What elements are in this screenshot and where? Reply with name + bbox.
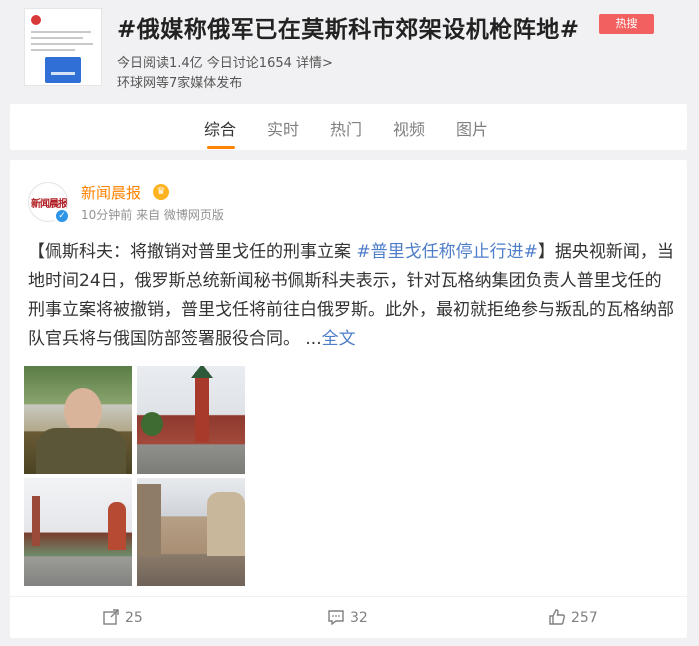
repost-icon: [103, 609, 119, 625]
action-bar: 25 32 257: [10, 596, 687, 638]
post-text: 【佩斯科夫：将撤销对普里戈任的刑事立案 #普里戈任称停止行进#】据央视新闻，当地…: [28, 238, 674, 354]
post-photo-4[interactable]: [137, 478, 245, 586]
post-photo-2[interactable]: [137, 366, 245, 474]
read-more-link[interactable]: 全文: [322, 329, 356, 349]
thumbnail-news-badge: [45, 57, 81, 83]
author-name[interactable]: 新闻晨报: [81, 182, 141, 203]
tab-bar: 综合 实时 热门 视频 图片: [10, 104, 687, 150]
post-card: 新闻晨报 ✓ 新闻晨报 ♛ 10分钟前 来自 微博网页版 【佩斯科夫：将撤销对普…: [10, 160, 687, 638]
tab-comprehensive[interactable]: 综合: [204, 116, 236, 140]
post-photo-3[interactable]: [24, 478, 132, 586]
post-meta: 10分钟前 来自 微博网页版: [81, 208, 224, 222]
tab-realtime[interactable]: 实时: [267, 116, 299, 140]
repost-button[interactable]: 25: [102, 608, 143, 626]
comment-button[interactable]: 32: [327, 608, 368, 626]
post-text-lead: 【佩斯科夫：将撤销对普里戈任的刑事立案: [28, 242, 357, 262]
topic-stats[interactable]: 今日阅读1.4亿 今日讨论1654 详情>: [117, 52, 333, 71]
topic-media-sources: 环球网等7家媒体发布: [117, 76, 243, 91]
crown-icon[interactable]: ♛: [153, 184, 169, 200]
active-tab-indicator: [207, 146, 235, 149]
repost-count: 25: [125, 610, 143, 626]
post-photo-1[interactable]: [24, 366, 132, 474]
like-count: 257: [571, 610, 598, 626]
comment-count: 32: [350, 610, 368, 626]
tab-pictures[interactable]: 图片: [456, 116, 488, 140]
thumbnail-logo-icon: [31, 15, 41, 25]
topic-header: #俄媒称俄军已在莫斯科市郊架设机枪阵地# 热搜 今日阅读1.4亿 今日讨论165…: [0, 0, 699, 92]
verified-icon: ✓: [54, 208, 70, 224]
topic-thumbnail[interactable]: [24, 8, 102, 86]
tab-hot[interactable]: 热门: [330, 116, 362, 140]
hashtag-link[interactable]: #普里戈任称停止行进#: [356, 242, 538, 262]
like-button[interactable]: 257: [548, 608, 598, 626]
topic-title[interactable]: #俄媒称俄军已在莫斯科市郊架设机枪阵地#: [117, 10, 580, 44]
tab-video[interactable]: 视频: [393, 116, 425, 140]
comment-icon: [328, 610, 344, 626]
thumbs-up-icon: [549, 609, 565, 625]
hot-badge: 热搜: [599, 14, 654, 34]
